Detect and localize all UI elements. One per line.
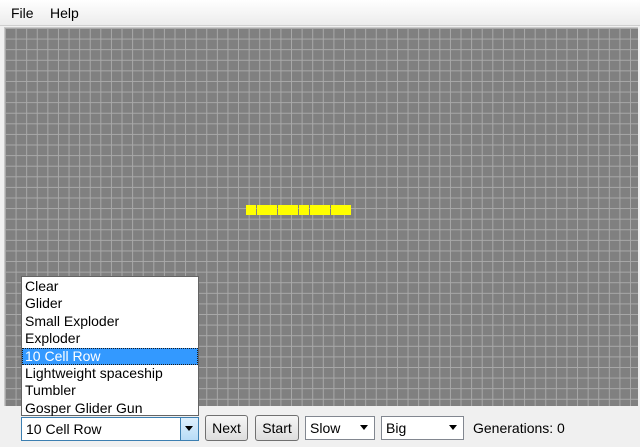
pattern-option[interactable]: Tumbler [22,382,198,399]
chevron-down-icon [449,425,457,430]
live-cell[interactable] [278,205,288,215]
live-cell[interactable] [310,205,320,215]
speed-select[interactable]: Slow [305,416,375,440]
live-cell[interactable] [288,205,298,215]
live-cell[interactable] [341,205,351,215]
pattern-option[interactable]: Clear [22,278,198,295]
pattern-option[interactable]: Gosper Glider Gun [22,400,198,417]
size-select[interactable]: Big [381,416,464,440]
pattern-option[interactable]: Lightweight spaceship [22,365,198,382]
live-cell[interactable] [257,205,267,215]
live-cell[interactable] [331,205,341,215]
pattern-option[interactable]: Exploder [22,330,198,347]
chevron-down-icon [360,425,368,430]
live-cell[interactable] [299,205,309,215]
size-select-value: Big [386,420,407,436]
live-cell[interactable] [320,205,330,215]
live-cell[interactable] [267,205,277,215]
start-button[interactable]: Start [255,415,299,441]
pattern-dropdown-list: Clear Glider Small Exploder Exploder 10 … [21,276,199,416]
size-select-arrow[interactable] [445,417,463,439]
pattern-option[interactable]: Glider [22,295,198,312]
generations-label: Generations: 0 [473,420,565,436]
pattern-select[interactable]: 10 Cell Row [21,417,199,441]
menu-help[interactable]: Help [48,5,81,21]
speed-select-value: Slow [310,420,341,436]
pattern-option-selected[interactable]: 10 Cell Row [22,347,198,365]
chevron-down-icon [185,426,193,431]
next-button[interactable]: Next [205,415,248,441]
speed-select-arrow[interactable] [356,417,374,439]
menu-file[interactable]: File [9,5,36,21]
pattern-select-value: 10 Cell Row [26,421,102,437]
pattern-option[interactable]: Small Exploder [22,313,198,330]
pattern-select-arrow[interactable] [180,418,198,440]
live-cell[interactable] [246,205,256,215]
menu-bar: File Help [0,0,640,26]
